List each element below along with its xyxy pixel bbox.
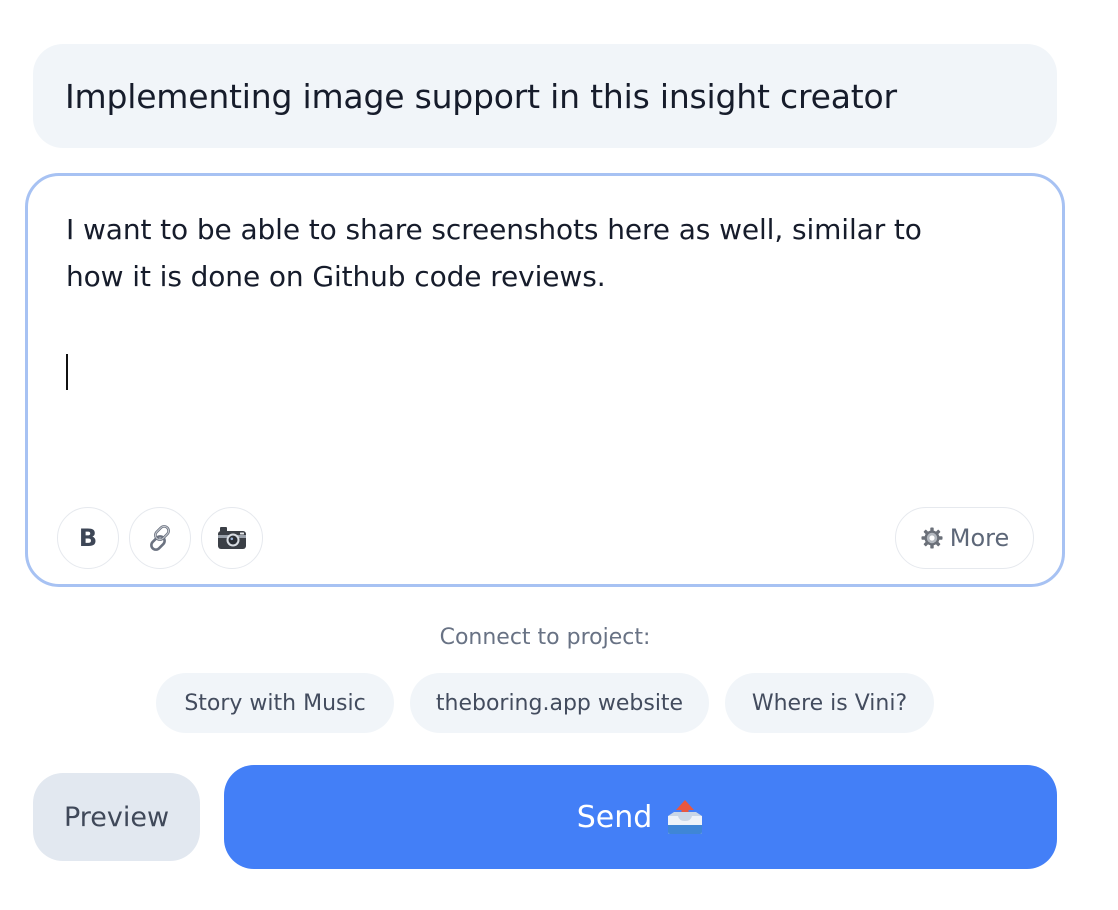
- link-button[interactable]: [129, 507, 191, 569]
- project-chip-theboring-app-website[interactable]: theboring.app website: [410, 673, 709, 733]
- more-options-button[interactable]: More: [895, 507, 1034, 569]
- send-button[interactable]: Send: [224, 765, 1057, 869]
- connect-to-project-label: Connect to project:: [439, 625, 651, 650]
- project-chip-where-is-vini[interactable]: Where is Vini?: [725, 673, 934, 733]
- camera-button[interactable]: [201, 507, 263, 569]
- bold-button[interactable]: B: [57, 507, 119, 569]
- text-caret: [66, 354, 68, 390]
- insight-title-text: Implementing image support in this insig…: [65, 76, 897, 116]
- preview-button[interactable]: Preview: [33, 773, 200, 861]
- project-chip-story-with-music[interactable]: Story with Music: [156, 673, 394, 733]
- project-chip-label: theboring.app website: [435, 690, 684, 716]
- insight-title-input[interactable]: Implementing image support in this insig…: [33, 44, 1057, 148]
- more-label: More: [949, 524, 1010, 552]
- send-label: Send: [576, 799, 653, 835]
- insight-body-editor[interactable]: I want to be able to share screenshots h…: [25, 173, 1065, 587]
- preview-label: Preview: [63, 801, 170, 833]
- gear-icon: [920, 526, 944, 550]
- project-chip-label: Where is Vini?: [751, 690, 908, 716]
- camera-icon: [216, 524, 248, 552]
- editor-line-1: I want to be able to share screenshots h…: [66, 213, 922, 246]
- link-icon: [145, 523, 175, 553]
- bold-label: B: [78, 524, 98, 552]
- outbox-tray-icon: [666, 799, 704, 835]
- editor-text[interactable]: I want to be able to share screenshots h…: [66, 206, 1026, 300]
- project-chip-label: Story with Music: [184, 690, 366, 716]
- editor-line-2: how it is done on Github code reviews.: [66, 260, 606, 293]
